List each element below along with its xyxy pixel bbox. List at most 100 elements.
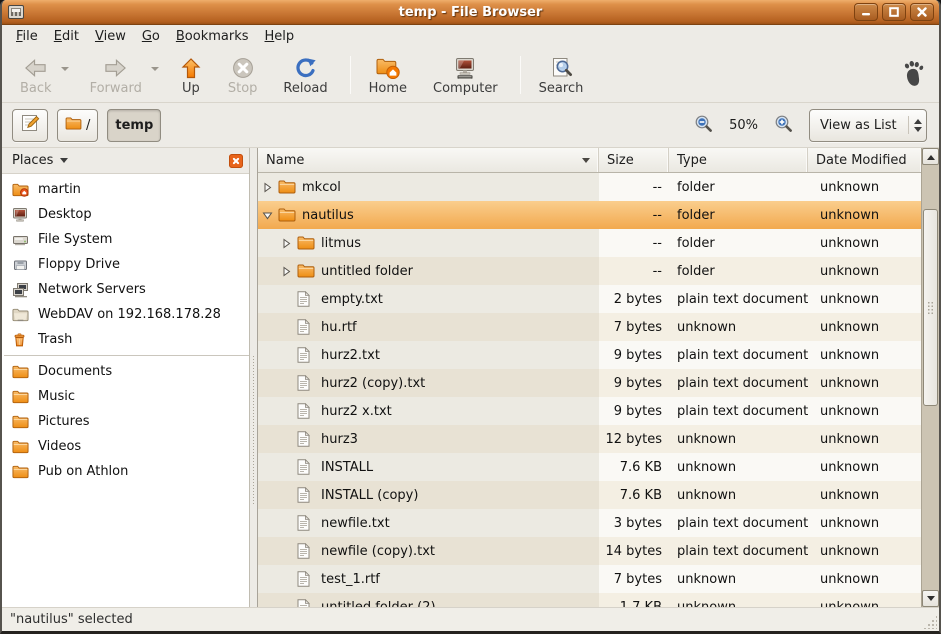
- file-type: plain text document: [669, 537, 808, 565]
- toolbar-forward-dropdown[interactable]: [148, 54, 162, 84]
- column-header-date-modified[interactable]: Date Modified: [808, 148, 921, 172]
- expander-closed-icon[interactable]: [281, 238, 293, 249]
- toolbar-reload-button[interactable]: Reload: [275, 53, 335, 97]
- folder-icon: [12, 464, 29, 480]
- file-row-mkcol[interactable]: mkcol--folderunknown: [258, 173, 921, 201]
- place-file-system[interactable]: File System: [2, 227, 249, 252]
- current-path-label: temp: [115, 118, 153, 133]
- file-date-modified: unknown: [808, 201, 921, 229]
- menu-edit[interactable]: Edit: [46, 26, 87, 47]
- place-videos[interactable]: Videos: [2, 434, 249, 459]
- file-row-empty-txt[interactable]: empty.txt2 bytesplain text documentunkno…: [258, 285, 921, 313]
- places-header[interactable]: Places: [2, 148, 249, 174]
- back-icon: [24, 56, 47, 80]
- vertical-scrollbar[interactable]: [921, 148, 939, 607]
- column-header-size[interactable]: Size: [599, 148, 669, 172]
- maximize-icon: [889, 7, 899, 17]
- place-label: Pub on Athlon: [38, 464, 128, 479]
- file-type: plain text document: [669, 509, 808, 537]
- file-date-modified: unknown: [808, 481, 921, 509]
- file-date-modified: unknown: [808, 285, 921, 313]
- place-network-servers[interactable]: Network Servers: [2, 277, 249, 302]
- file-row-install-copy[interactable]: INSTALL (copy)7.6 KBunknownunknown: [258, 481, 921, 509]
- menu-view[interactable]: View: [87, 26, 134, 47]
- titlebar[interactable]: temp - File Browser: [2, 0, 939, 25]
- scrollbar-thumb[interactable]: [923, 209, 938, 406]
- place-documents[interactable]: Documents: [2, 359, 249, 384]
- file-row-untitled-folder-2[interactable]: untitled folder (2)1.7 KBunknownunknown: [258, 593, 921, 607]
- place-trash[interactable]: Trash: [2, 327, 249, 352]
- folder-icon: [65, 117, 82, 134]
- toolbar-computer-button[interactable]: Computer: [425, 53, 506, 97]
- place-music[interactable]: Music: [2, 384, 249, 409]
- location-bar: / temp 50% View as List: [2, 103, 939, 148]
- place-pictures[interactable]: Pictures: [2, 409, 249, 434]
- scroll-up-button[interactable]: [922, 148, 939, 165]
- file-row-hurz3[interactable]: hurz312 bytesunknownunknown: [258, 425, 921, 453]
- expander-spacer: [281, 462, 293, 473]
- file-row-nautilus[interactable]: nautilus--folderunknown: [258, 201, 921, 229]
- expander-open-icon[interactable]: [262, 210, 274, 221]
- view-mode-combo[interactable]: View as List: [809, 109, 927, 142]
- file-size: 7.6 KB: [599, 481, 669, 509]
- scroll-down-button[interactable]: [922, 590, 939, 607]
- places-sidebar: Places martinDesktopFile SystemFloppy Dr…: [2, 148, 250, 607]
- menu-go[interactable]: Go: [134, 26, 168, 47]
- file-size: --: [599, 257, 669, 285]
- toolbar-forward-button[interactable]: Forward: [82, 53, 150, 97]
- zoom-in-icon[interactable]: [774, 114, 793, 137]
- file-date-modified: unknown: [808, 593, 921, 607]
- file-size: 14 bytes: [599, 537, 669, 565]
- close-button[interactable]: [910, 3, 934, 21]
- toolbar-search-button[interactable]: Search: [531, 53, 592, 97]
- column-header-type[interactable]: Type: [669, 148, 808, 172]
- menu-help[interactable]: Help: [257, 26, 303, 47]
- zoom-level: 50%: [729, 118, 758, 133]
- place-floppy-drive[interactable]: Floppy Drive: [2, 252, 249, 277]
- file-row-test-1-rtf[interactable]: test_1.rtf7 bytesunknownunknown: [258, 565, 921, 593]
- root-path-button[interactable]: /: [57, 109, 98, 142]
- place-martin[interactable]: martin: [2, 177, 249, 202]
- toolbar-computer-label: Computer: [433, 81, 498, 96]
- current-path-button[interactable]: temp: [107, 109, 161, 142]
- file-icon: [297, 291, 315, 307]
- file-row-install[interactable]: INSTALL7.6 KBunknownunknown: [258, 453, 921, 481]
- place-label: Pictures: [38, 414, 89, 429]
- scroll-down-icon: [927, 596, 935, 605]
- file-type: unknown: [669, 593, 808, 607]
- file-row-hurz2-txt[interactable]: hurz2.txt9 bytesplain text documentunkno…: [258, 341, 921, 369]
- zoom-out-icon[interactable]: [694, 114, 713, 137]
- file-row-hu-rtf[interactable]: hu.rtf7 bytesunknownunknown: [258, 313, 921, 341]
- edit-location-icon: [20, 113, 40, 137]
- file-rows: mkcol--folderunknownnautilus--folderunkn…: [258, 173, 921, 607]
- maximize-button[interactable]: [882, 3, 906, 21]
- menu-bookmarks[interactable]: Bookmarks: [168, 26, 257, 47]
- file-row-newfile-copy-txt[interactable]: newfile (copy).txt14 bytesplain text doc…: [258, 537, 921, 565]
- minimize-button[interactable]: [854, 3, 878, 21]
- expander-closed-icon[interactable]: [262, 182, 274, 193]
- menu-file[interactable]: File: [8, 26, 46, 47]
- place-pub-on-athlon[interactable]: Pub on Athlon: [2, 459, 249, 484]
- toolbar-back-dropdown[interactable]: [58, 54, 72, 84]
- sidebar-close-button[interactable]: [229, 154, 243, 168]
- folder-icon: [12, 414, 29, 430]
- search-icon: [550, 56, 573, 80]
- toolbar-up-button[interactable]: Up: [172, 53, 210, 97]
- file-size: 9 bytes: [599, 341, 669, 369]
- file-row-untitled-folder[interactable]: untitled folder--folderunknown: [258, 257, 921, 285]
- toolbar-stop-button[interactable]: Stop: [220, 53, 266, 97]
- expander-closed-icon[interactable]: [281, 266, 293, 277]
- place-webdav-on-192-168-178-28[interactable]: WebDAV on 192.168.178.28: [2, 302, 249, 327]
- toolbar-search-label: Search: [539, 81, 584, 96]
- place-desktop[interactable]: Desktop: [2, 202, 249, 227]
- file-row-litmus[interactable]: litmus--folderunknown: [258, 229, 921, 257]
- toolbar-home-button[interactable]: Home: [361, 53, 415, 97]
- file-row-hurz2-copy-txt[interactable]: hurz2 (copy).txt9 bytesplain text docume…: [258, 369, 921, 397]
- file-row-newfile-txt[interactable]: newfile.txt3 bytesplain text documentunk…: [258, 509, 921, 537]
- toolbar-back-button[interactable]: Back: [12, 53, 60, 97]
- column-header-name[interactable]: Name: [258, 148, 599, 172]
- window-resize-grip[interactable]: [923, 615, 937, 629]
- edit-location-button[interactable]: [12, 109, 48, 142]
- file-row-hurz2-x-txt[interactable]: hurz2 x.txt9 bytesplain text documentunk…: [258, 397, 921, 425]
- pane-splitter[interactable]: [250, 148, 257, 607]
